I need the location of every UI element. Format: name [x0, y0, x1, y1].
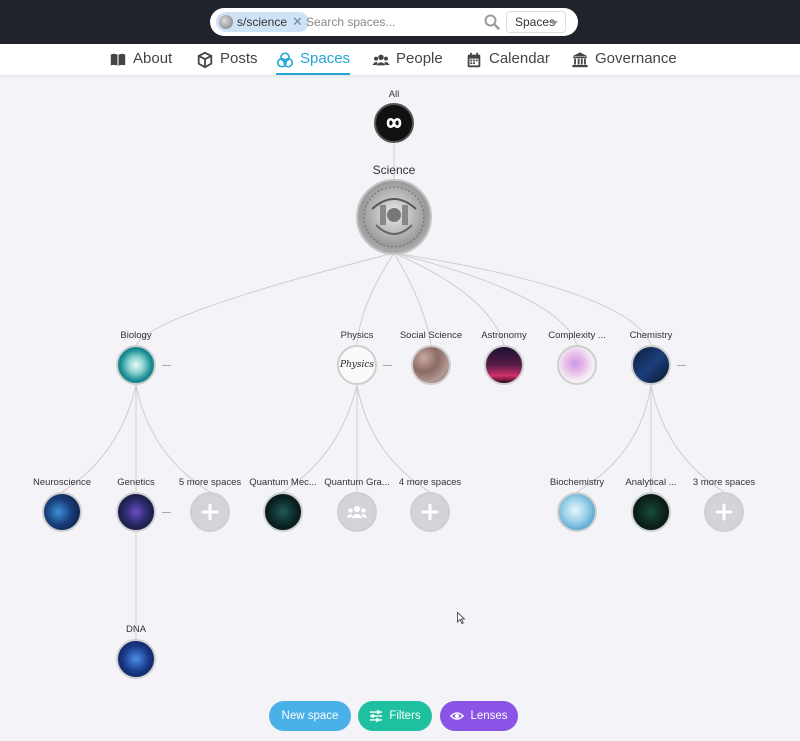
- node-chemistry-circle[interactable]: [631, 345, 671, 385]
- collapse-handle[interactable]: [383, 365, 392, 366]
- edge-physics-more: [356, 384, 431, 493]
- search-input[interactable]: [306, 12, 476, 32]
- node-genetics-label: Genetics: [117, 477, 155, 488]
- node-physics-circle[interactable]: Physics: [337, 345, 377, 385]
- new-space-button[interactable]: New space: [269, 701, 351, 731]
- collapse-handle[interactable]: [677, 365, 686, 366]
- node-physics-more-label: 4 more spaces: [398, 477, 462, 488]
- node-analytical-circle[interactable]: [631, 492, 671, 532]
- lenses-label: Lenses: [470, 710, 508, 722]
- collapse-handle[interactable]: [162, 512, 171, 513]
- node-neuroscience-label: Neuroscience: [32, 477, 92, 488]
- chevron-down-icon: [550, 21, 558, 26]
- tab-posts-label: Posts: [220, 50, 258, 67]
- plus-icon: [201, 503, 219, 521]
- node-chemistry-more-label: 3 more spaces: [692, 477, 756, 488]
- node-biology-more-label: 5 more spaces: [178, 477, 242, 488]
- tab-about[interactable]: About: [109, 50, 172, 75]
- filters-label: Filters: [389, 710, 421, 722]
- node-analytical-label: Analytical ...: [625, 477, 677, 488]
- edge-physics-quantum-mechanics: [282, 384, 358, 493]
- scope-select[interactable]: Spaces: [506, 11, 566, 33]
- node-physics-more-circle[interactable]: [410, 492, 450, 532]
- space-tree: All Science Biology Physics Physics Soci…: [0, 75, 800, 741]
- spaces-icon: [276, 52, 294, 68]
- node-biology-more-circle[interactable]: [190, 492, 230, 532]
- physics-image-text: Physics: [339, 360, 375, 370]
- infinity-icon: [386, 117, 402, 129]
- node-physics-label: Physics: [340, 330, 374, 341]
- tab-people-label: People: [396, 50, 443, 67]
- node-astronomy-circle[interactable]: [484, 345, 524, 385]
- edge-chemistry-more: [650, 384, 725, 493]
- new-space-label: New space: [281, 710, 339, 722]
- plus-icon: [421, 503, 439, 521]
- node-science-circle[interactable]: [356, 179, 432, 255]
- calendar-icon: [467, 52, 481, 68]
- search-icon[interactable]: [484, 14, 500, 30]
- close-icon[interactable]: ✕: [292, 14, 303, 30]
- node-quantum-mechanics-label: Quantum Mec...: [249, 477, 317, 488]
- science-avatar: [219, 15, 233, 29]
- mouse-cursor-icon: [457, 612, 465, 624]
- node-science-label: Science: [372, 163, 416, 177]
- edge-biology-neuroscience: [61, 384, 137, 493]
- eye-icon: [450, 712, 465, 720]
- node-quantum-gravity-circle[interactable]: [337, 492, 377, 532]
- node-chemistry-label: Chemistry: [629, 330, 673, 341]
- tab-governance-label: Governance: [595, 50, 677, 67]
- node-biology-circle[interactable]: [116, 345, 156, 385]
- tab-calendar[interactable]: Calendar: [465, 50, 550, 75]
- nav-bar: About Posts Spaces People Calendar Gover…: [0, 44, 800, 75]
- node-quantum-gravity-label: Quantum Gra...: [324, 477, 390, 488]
- tab-people[interactable]: People: [372, 50, 443, 75]
- people-icon: [372, 54, 390, 66]
- lenses-button[interactable]: Lenses: [440, 701, 518, 731]
- top-bar: s/science ✕ Spaces: [0, 0, 800, 44]
- collapse-handle[interactable]: [162, 365, 171, 366]
- node-complexity-circle[interactable]: [557, 345, 597, 385]
- chip-label: s/science: [237, 15, 288, 29]
- tab-calendar-label: Calendar: [489, 50, 550, 67]
- node-all-label: All: [388, 89, 400, 100]
- tab-spaces[interactable]: Spaces: [276, 50, 351, 75]
- cube-icon: [197, 51, 213, 69]
- filters-button[interactable]: Filters: [358, 701, 432, 731]
- node-dna-circle[interactable]: [116, 639, 156, 679]
- tab-posts[interactable]: Posts: [196, 50, 258, 75]
- node-all-circle[interactable]: [374, 103, 414, 143]
- node-dna-label: DNA: [125, 624, 147, 635]
- space-search-box[interactable]: s/science ✕ Spaces: [210, 8, 578, 36]
- node-neuroscience-circle[interactable]: [42, 492, 82, 532]
- node-astronomy-label: Astronomy: [481, 330, 527, 341]
- plus-icon: [715, 503, 733, 521]
- space-filter-chip[interactable]: s/science ✕: [216, 12, 309, 32]
- node-biochemistry-label: Biochemistry: [549, 477, 605, 488]
- science-engraving-image: [363, 186, 425, 248]
- node-genetics-circle[interactable]: [116, 492, 156, 532]
- bank-icon: [572, 52, 588, 68]
- node-social-science-circle[interactable]: [411, 345, 451, 385]
- node-biology-label: Biology: [120, 330, 152, 341]
- tab-governance[interactable]: Governance: [571, 50, 677, 75]
- book-icon: [110, 53, 126, 66]
- node-quantum-mechanics-circle[interactable]: [263, 492, 303, 532]
- edge-biology-more: [135, 384, 211, 493]
- node-complexity-label: Complexity ...: [548, 330, 606, 341]
- tab-spaces-label: Spaces: [300, 50, 351, 67]
- node-social-science-label: Social Science: [399, 330, 463, 341]
- node-biochemistry-circle[interactable]: [557, 492, 597, 532]
- edge-chemistry-biochemistry: [576, 384, 652, 493]
- tab-about-label: About: [133, 50, 173, 67]
- sliders-icon: [370, 710, 383, 722]
- users-icon: [346, 506, 368, 518]
- node-chemistry-more-circle[interactable]: [704, 492, 744, 532]
